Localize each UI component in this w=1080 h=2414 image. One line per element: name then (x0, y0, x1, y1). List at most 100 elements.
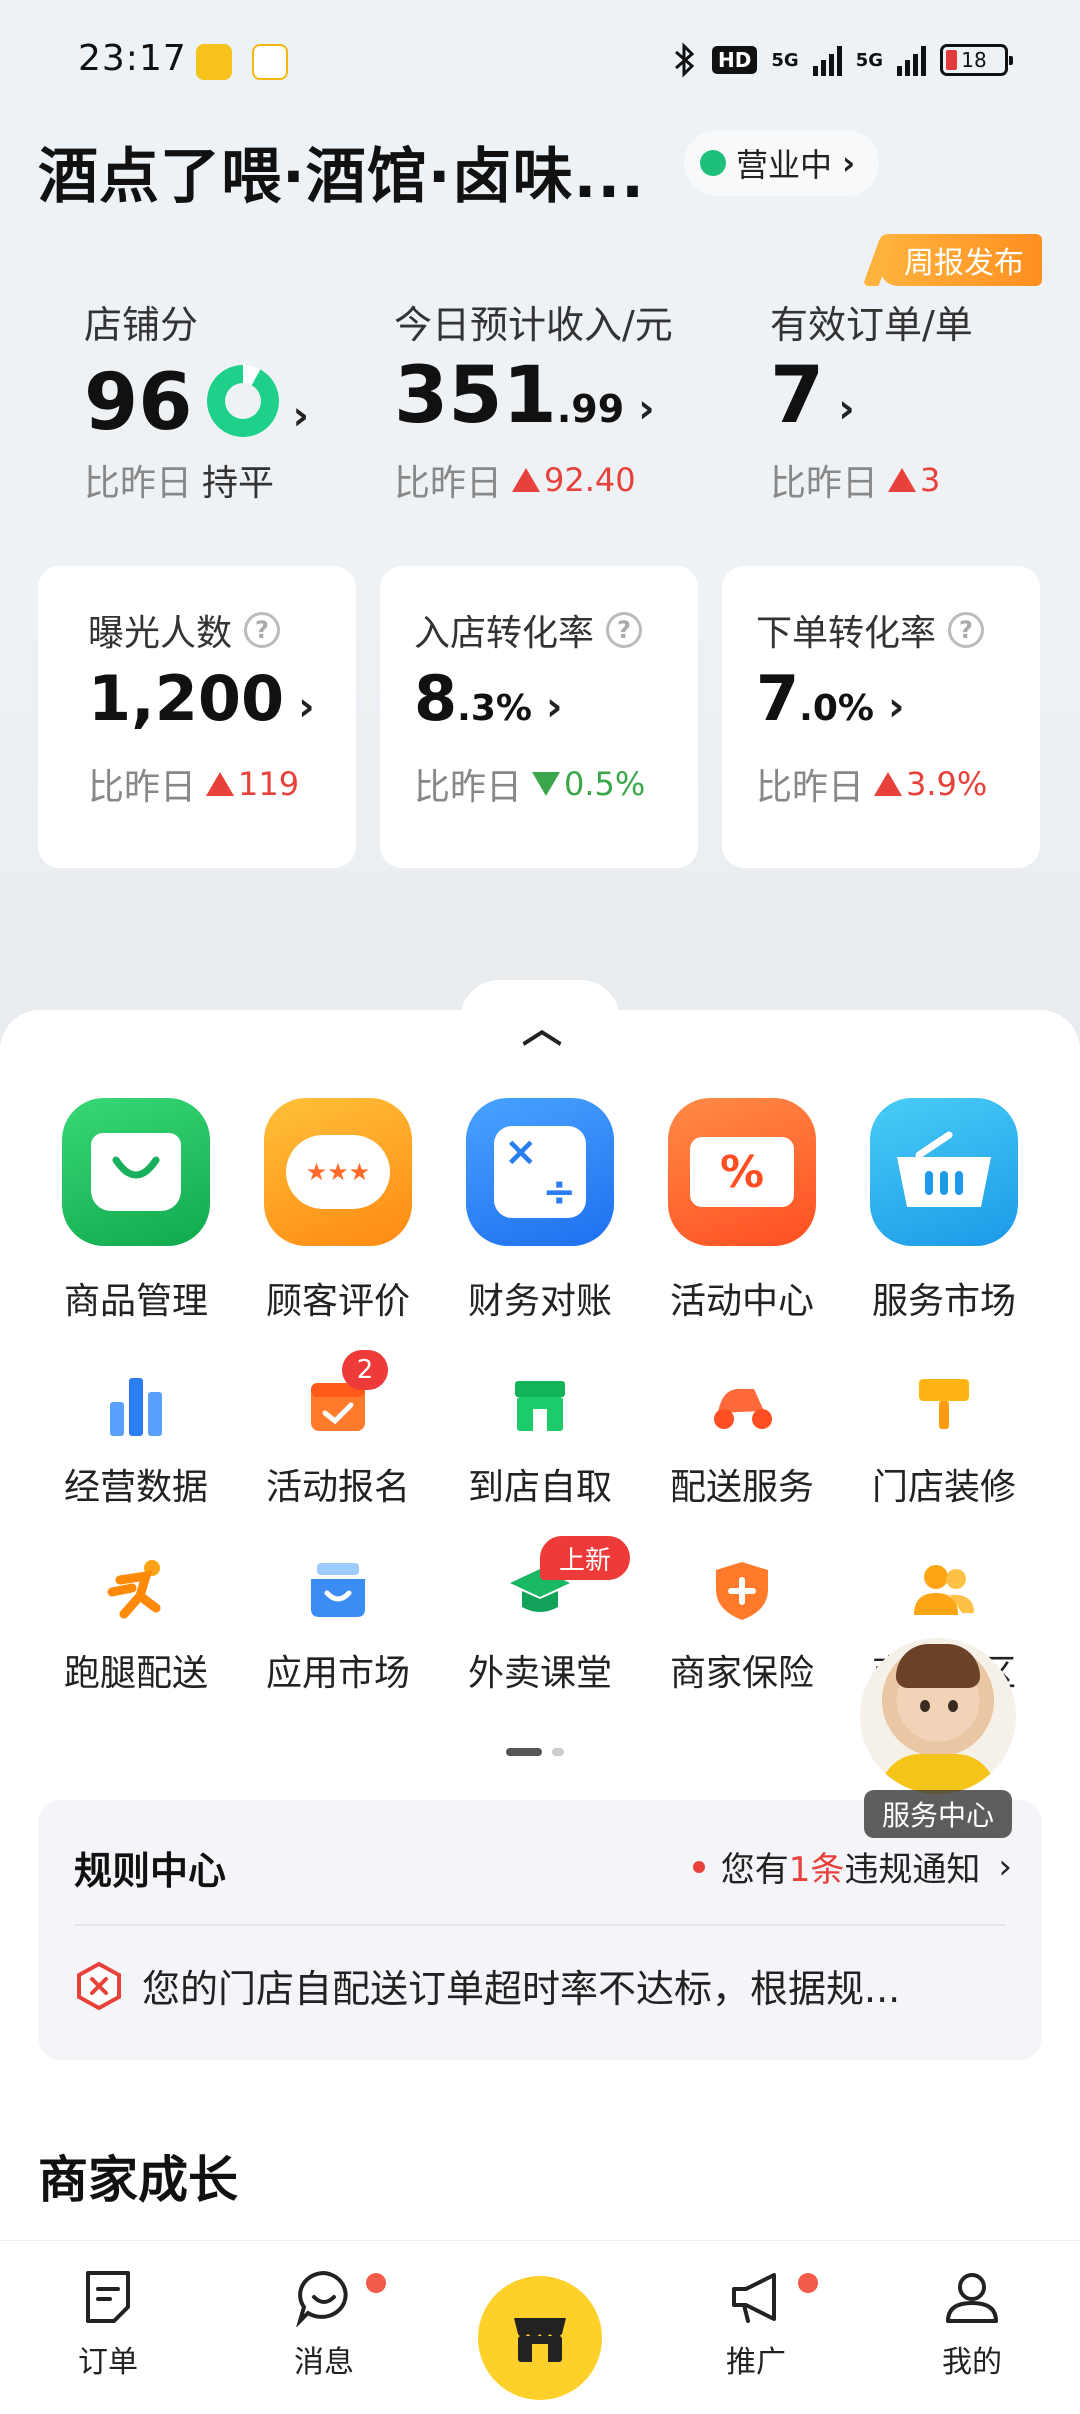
card-label: 下单转化率 (756, 613, 937, 654)
notice-suffix: 违规通知 (844, 1850, 981, 1890)
shopping-bag-icon[interactable] (62, 1098, 210, 1246)
collapse-chevron-icon[interactable]: ︿ (522, 996, 562, 1054)
compare-value: 持平 (202, 463, 275, 504)
tab-profile[interactable]: 我的 (902, 2267, 1042, 2381)
open-status-dot (700, 150, 726, 176)
runner-icon[interactable] (96, 1550, 176, 1630)
shield-plus-icon[interactable] (702, 1550, 782, 1630)
divide-icon: ÷ (542, 1169, 576, 1215)
divider (74, 1924, 1006, 1926)
notice-prefix: 您有 (720, 1850, 789, 1890)
card-value: 8 (414, 662, 458, 735)
weekly-report-badge[interactable]: 周报发布 (880, 234, 1042, 286)
rating-bubble-icon[interactable]: ★★★ (264, 1098, 412, 1246)
tool-label: 商品管理 (63, 1281, 208, 1322)
store-status-button[interactable]: 营业中 › (684, 130, 880, 196)
chevron-right-icon: › (292, 393, 310, 439)
tab-label: 订单 (78, 2345, 138, 2380)
notice-count: 1条 (788, 1850, 845, 1890)
compare-value: 3.9% (906, 765, 988, 803)
chevron-right-icon: › (887, 684, 905, 730)
arrow-up-icon (874, 772, 903, 796)
page-dot-active (506, 1748, 542, 1756)
rules-title: 规则中心 (74, 1849, 227, 1893)
arrow-down-icon (532, 772, 561, 796)
metric-compare: 比昨日 持平 (84, 454, 274, 506)
signal-label-2: 5G (855, 49, 883, 71)
card-label: 曝光人数 (88, 613, 233, 654)
status-time: 23:17 (78, 38, 187, 79)
message-icon (296, 2270, 348, 2327)
battery-icon: 18 (940, 44, 1013, 76)
service-center-button[interactable]: 服务中心 (864, 1790, 1012, 1838)
tool-label: 服务市场 (871, 1281, 1016, 1322)
calculator-icon[interactable]: × ÷ (466, 1098, 614, 1246)
chevron-right-icon: › (638, 386, 655, 432)
paint-roller-icon[interactable] (904, 1364, 984, 1444)
bar-chart-icon[interactable] (96, 1364, 176, 1444)
tab-label: 推广 (726, 2345, 786, 2380)
signal-label-1: 5G (771, 49, 799, 71)
arrow-up-icon (512, 468, 541, 492)
help-icon[interactable]: ? (244, 612, 281, 648)
page-dot (552, 1748, 564, 1756)
compare-value: 92.40 (544, 461, 636, 499)
basket-icon[interactable] (870, 1098, 1018, 1246)
tab-orders[interactable]: 订单 (38, 2267, 178, 2381)
store-name[interactable]: 酒点了喂·酒馆·卤味... (38, 128, 645, 215)
chevron-right-icon: › (998, 1846, 1012, 1887)
card-exposure[interactable]: 曝光人数? 1,200 › 比昨日 119 (38, 566, 356, 868)
compare-label: 比昨日 (88, 767, 197, 808)
card-value-dec: .3% (457, 688, 532, 729)
rules-message-text: 您的门店自配送订单超时率不达标，根据规... (142, 1967, 901, 2011)
compare-label: 比昨日 (414, 767, 523, 808)
arrow-up-icon (206, 772, 235, 796)
storefront-icon[interactable] (500, 1364, 580, 1444)
tool-label: 配送服务 (669, 1467, 814, 1508)
bluetooth-icon (675, 42, 695, 78)
metric-value-int: 351 (394, 351, 557, 441)
bag-handle-icon (112, 1156, 160, 1179)
unread-dot (798, 2273, 818, 2293)
rules-message[interactable]: 您的门店自配送订单超时率不达标，根据规... (74, 1958, 900, 2013)
help-icon[interactable]: ? (948, 612, 985, 648)
tool-label: 顾客评价 (265, 1281, 410, 1322)
tool-label: 活动中心 (669, 1281, 814, 1322)
compare-label: 比昨日 (756, 767, 865, 808)
tab-label: 我的 (942, 2345, 1002, 2380)
weekly-report-label: 周报发布 (904, 246, 1024, 281)
alert-dot (692, 1860, 705, 1873)
multiply-icon: × (504, 1129, 538, 1175)
status-bar: 23:17 HD 5G 5G 18 (0, 0, 1080, 96)
tool-label: 活动报名 (265, 1467, 410, 1508)
order-icon (86, 2271, 130, 2323)
violation-notice-link[interactable]: 您有 1条 违规通知 › (692, 1842, 1012, 1891)
metric-label: 今日预计收入/元 (394, 303, 673, 347)
tool-label: 门店装修 (871, 1467, 1016, 1508)
basket-graphic-icon (897, 1131, 991, 1207)
service-avatar[interactable] (860, 1638, 1016, 1794)
community-icon[interactable] (904, 1550, 984, 1630)
tool-label: 经营数据 (63, 1467, 208, 1508)
metric-store-score[interactable]: 店铺分 96 › (84, 294, 309, 442)
tab-store[interactable] (478, 2276, 602, 2400)
metric-estimated-income[interactable]: 今日预计收入/元 351 .99 › (394, 294, 673, 435)
tab-label: 消息 (294, 2345, 354, 2380)
tool-label: 外卖课堂 (467, 1653, 612, 1694)
metric-valid-orders[interactable]: 有效订单/单 7 › (770, 294, 973, 435)
card-entry-conversion[interactable]: 入店转化率? 8.3% › 比昨日 0.5% (380, 566, 698, 868)
rules-center-card[interactable]: 规则中心 您有 1条 违规通知 › 您的门店自配送订单超时率不达标，根据规... (38, 1800, 1042, 2060)
app-store-icon[interactable] (298, 1550, 378, 1630)
warning-hex-icon (77, 1961, 121, 2010)
help-icon[interactable]: ? (606, 612, 643, 648)
coupon-percent-icon[interactable]: % (668, 1098, 816, 1246)
store-status-label: 营业中 (736, 146, 833, 184)
tool-label: 跑腿配送 (63, 1653, 208, 1694)
app-notification-icon (196, 44, 232, 80)
metric-label: 店铺分 (84, 303, 199, 347)
battery-level: 18 (961, 48, 987, 72)
chevron-right-icon: › (838, 386, 855, 432)
scooter-icon[interactable] (702, 1364, 782, 1444)
card-order-conversion[interactable]: 下单转化率? 7.0% › 比昨日 3.9% (722, 566, 1040, 868)
compare-value: 3 (920, 461, 941, 499)
